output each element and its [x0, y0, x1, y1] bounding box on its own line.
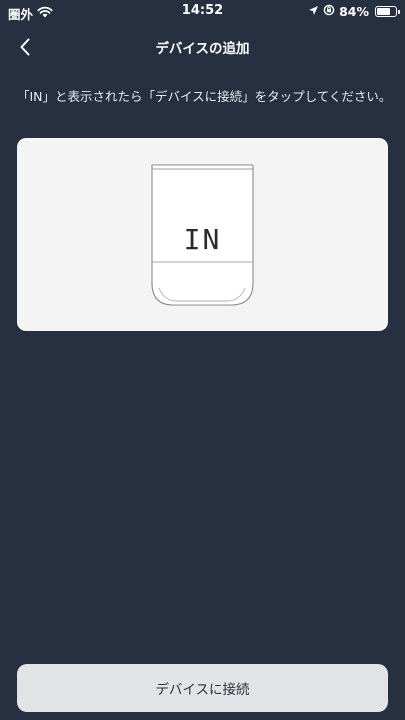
location-arrow-icon [308, 4, 319, 19]
battery-fill [377, 8, 390, 15]
device-display-text: IN [184, 223, 222, 256]
battery-percent: 84% [339, 4, 369, 19]
nav-bar: デバイスの追加 [0, 28, 405, 64]
battery-icon [375, 6, 400, 17]
device-illustration-card: IN [17, 138, 388, 331]
status-bar: 圏外 14:52 84% [0, 0, 405, 24]
instruction-text: 「IN」と表示されたら「デバイスに接続」をタップしてください。 [17, 89, 392, 104]
screen: 圏外 14:52 84% デバイスの追加 「IN」と表示されたら「デバイスに接続… [0, 0, 405, 720]
device-illustration: IN [151, 164, 254, 306]
status-right: 84% [308, 4, 400, 19]
rotation-lock-icon [323, 4, 335, 19]
connect-device-button[interactable]: デバイスに接続 [17, 664, 388, 712]
page-title: デバイスの追加 [155, 41, 250, 57]
